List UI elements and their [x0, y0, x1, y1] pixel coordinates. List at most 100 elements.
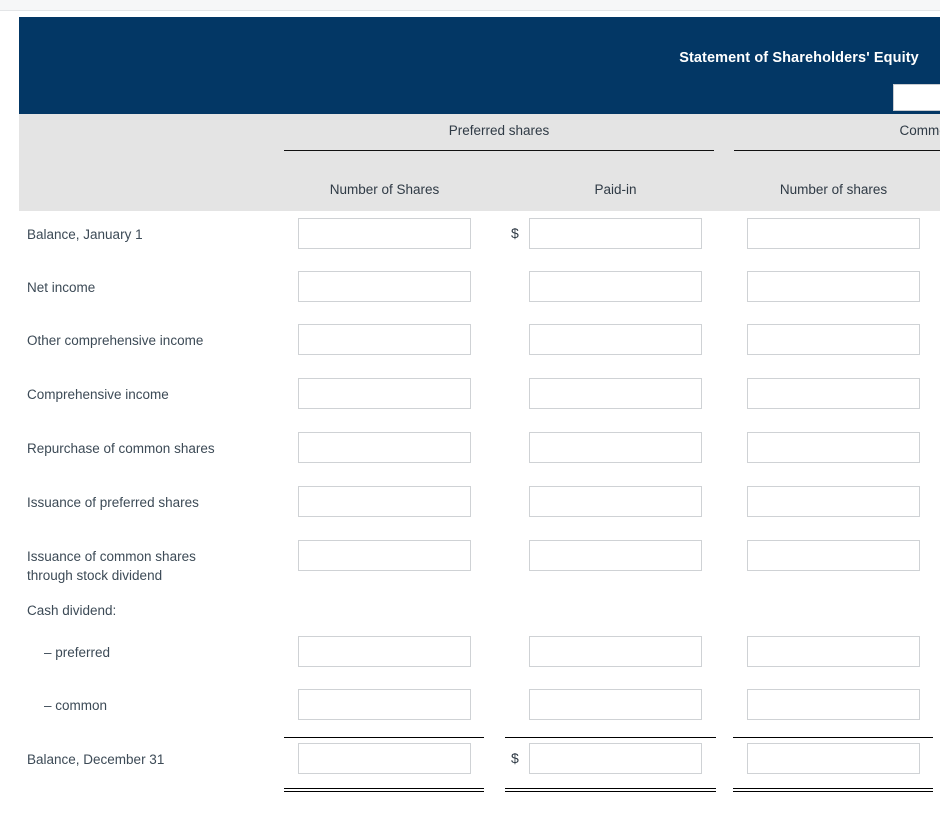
- table-cell[interactable]: [298, 218, 471, 249]
- cell-input[interactable]: [529, 743, 702, 774]
- total-double-rule: [733, 788, 933, 792]
- column-header-common-number-of-shares: Number of shares: [779, 182, 888, 197]
- cell-input[interactable]: [529, 540, 702, 571]
- row-label: Other comprehensive income: [27, 333, 204, 348]
- table-cell[interactable]: [529, 486, 702, 517]
- cell-input[interactable]: [529, 218, 702, 249]
- cell-input[interactable]: [747, 540, 920, 571]
- table-cell[interactable]: [298, 689, 471, 720]
- cell-input[interactable]: [298, 743, 471, 774]
- table-cell[interactable]: [529, 689, 702, 720]
- row-label: – common: [44, 698, 108, 713]
- browser-top-strip: [0, 0, 940, 11]
- table-cell[interactable]: [529, 218, 702, 249]
- column-header-band: Preferred shares Common shares Number of…: [19, 114, 940, 211]
- cell-input[interactable]: [298, 218, 471, 249]
- cell-input[interactable]: [747, 486, 920, 517]
- table-cell[interactable]: [529, 540, 702, 571]
- column-group-rule-preferred: [284, 150, 714, 151]
- column-header-preferred-number-of-shares: Number of Shares: [329, 182, 440, 197]
- title-entry-input[interactable]: [894, 85, 940, 110]
- worksheet-title-bar: Statement of Shareholders' Equity: [19, 17, 940, 114]
- table-cell[interactable]: [747, 540, 920, 571]
- cell-input[interactable]: [298, 432, 471, 463]
- cell-input[interactable]: [298, 636, 471, 667]
- cell-input[interactable]: [298, 324, 471, 355]
- table-row: Comprehensive income: [19, 378, 940, 418]
- table-cell[interactable]: [529, 636, 702, 667]
- document-title: Statement of Shareholders' Equity: [679, 50, 919, 66]
- table-cell[interactable]: [298, 743, 471, 774]
- column-header-preferred-paid-in: Paid-in: [594, 182, 637, 197]
- table-row: Repurchase of common shares: [19, 432, 940, 472]
- cell-input[interactable]: [298, 486, 471, 517]
- table-cell[interactable]: [529, 743, 702, 774]
- row-label: Net income: [27, 280, 96, 295]
- table-cell[interactable]: [747, 218, 920, 249]
- table-cell[interactable]: [747, 636, 920, 667]
- currency-symbol: $: [511, 750, 519, 766]
- cell-input[interactable]: [747, 271, 920, 302]
- cell-input[interactable]: [747, 324, 920, 355]
- total-top-rule: [505, 737, 716, 738]
- row-label: Repurchase of common shares: [27, 441, 215, 456]
- table-row: Issuance of common shares through stock …: [19, 540, 940, 583]
- table-cell[interactable]: [298, 324, 471, 355]
- table-cell[interactable]: [298, 540, 471, 571]
- table-cell[interactable]: [747, 271, 920, 302]
- cell-input[interactable]: [529, 486, 702, 517]
- currency-symbol: $: [511, 225, 519, 241]
- column-group-common-shares: Common shares: [899, 123, 940, 138]
- cell-input[interactable]: [747, 743, 920, 774]
- table-cell[interactable]: [298, 486, 471, 517]
- table-cell[interactable]: [529, 378, 702, 409]
- cell-input[interactable]: [747, 432, 920, 463]
- table-cell[interactable]: [747, 378, 920, 409]
- cell-input[interactable]: [529, 271, 702, 302]
- total-top-rule: [284, 737, 484, 738]
- table-cell[interactable]: [529, 324, 702, 355]
- table-cell[interactable]: [298, 378, 471, 409]
- cell-input[interactable]: [529, 378, 702, 409]
- table-row: Cash dividend:: [19, 594, 940, 634]
- column-group-rule-common: [734, 150, 940, 151]
- table-cell[interactable]: [298, 271, 471, 302]
- row-label: – preferred: [44, 645, 111, 660]
- table-cell[interactable]: [747, 486, 920, 517]
- cell-input[interactable]: [747, 378, 920, 409]
- column-group-preferred-shares: Preferred shares: [448, 123, 550, 138]
- table-row: Net income: [19, 271, 940, 311]
- row-label: Comprehensive income: [27, 387, 169, 402]
- cell-input[interactable]: [529, 689, 702, 720]
- cell-input[interactable]: [747, 636, 920, 667]
- table-cell[interactable]: [298, 432, 471, 463]
- table-cell[interactable]: [529, 271, 702, 302]
- table-cell[interactable]: [298, 636, 471, 667]
- cell-input[interactable]: [298, 540, 471, 571]
- cell-input[interactable]: [298, 271, 471, 302]
- table-row: Other comprehensive income: [19, 324, 940, 364]
- table-cell[interactable]: [747, 689, 920, 720]
- cell-input[interactable]: [747, 689, 920, 720]
- table-cell[interactable]: [529, 432, 702, 463]
- table-cell[interactable]: [747, 324, 920, 355]
- row-label: Balance, January 1: [27, 227, 143, 242]
- title-entry-box[interactable]: [893, 84, 940, 111]
- worksheet-title-center-wrap: Statement of Shareholders' Equity: [19, 17, 940, 114]
- cell-input[interactable]: [529, 636, 702, 667]
- row-label: Cash dividend:: [27, 603, 117, 618]
- table-cell[interactable]: [747, 432, 920, 463]
- row-label: Balance, December 31: [27, 752, 165, 767]
- row-label: Issuance of preferred shares: [27, 495, 199, 510]
- cell-input[interactable]: [298, 378, 471, 409]
- cell-input[interactable]: [298, 689, 471, 720]
- row-label: Issuance of common shares through stock …: [27, 549, 196, 583]
- cell-input[interactable]: [529, 432, 702, 463]
- table-cell[interactable]: [747, 743, 920, 774]
- shareholders-equity-worksheet: Statement of Shareholders' Equity Prefer…: [19, 17, 940, 814]
- worksheet-rows: Balance, January 1 $ Net income Other compr…: [19, 211, 940, 814]
- cell-input[interactable]: [529, 324, 702, 355]
- total-top-rule: [733, 737, 933, 738]
- cell-input[interactable]: [747, 218, 920, 249]
- table-row: Balance, January 1 $: [19, 218, 940, 258]
